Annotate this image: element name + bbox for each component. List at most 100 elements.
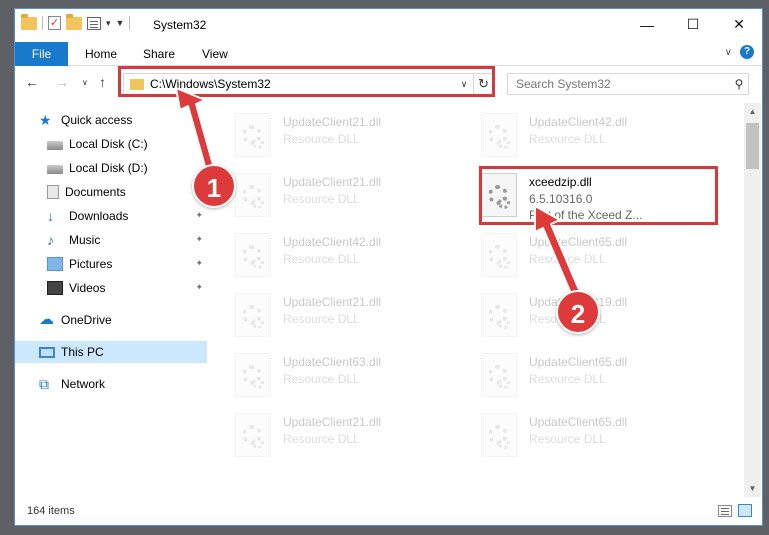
pin-icon[interactable]: ✦ — [195, 282, 203, 293]
sidebar-item-label: Pictures — [69, 257, 113, 271]
file-item[interactable]: UpdateClient42.dll Resource DLL — [459, 107, 695, 163]
search-icon[interactable]: ⚲ — [730, 77, 748, 91]
sidebar-item-pictures[interactable]: Pictures ✦ — [15, 253, 207, 275]
dll-file-icon — [481, 113, 517, 157]
sidebar-item-label: Music — [69, 233, 101, 247]
file-item[interactable]: UpdateClient65.dll Resource DLL — [459, 227, 695, 283]
videos-icon — [47, 281, 63, 295]
file-description: Resource DLL — [283, 252, 360, 266]
file-item[interactable]: UpdateClient21.dll Resource DLL — [213, 167, 449, 223]
file-name: UpdateClient21.dll — [283, 415, 382, 429]
minimize-button[interactable]: — — [624, 9, 670, 40]
file-name: UpdateClient21.dll — [283, 295, 382, 309]
file-item[interactable]: UpdateClient63.dll Resource DLL — [213, 347, 449, 403]
sidebar-item-downloads[interactable]: ↓ Downloads ✦ — [15, 205, 207, 227]
pin-icon[interactable]: ✦ — [195, 210, 203, 221]
sidebar-item-local-disk-d[interactable]: Local Disk (D:) — [15, 157, 207, 179]
tab-home[interactable]: Home — [85, 42, 117, 66]
vertical-scrollbar[interactable]: ▲ ▼ — [744, 103, 761, 497]
back-button[interactable]: ← — [25, 74, 39, 90]
customize-toolbar-arrow-icon[interactable]: ▼ — [116, 18, 125, 28]
search-box[interactable]: ⚲ — [507, 73, 749, 95]
tab-share[interactable]: Share — [143, 42, 175, 66]
file-item[interactable]: UpdateClient21.dll Resource DLL — [213, 407, 449, 463]
tab-file[interactable]: File — [15, 42, 68, 66]
dll-file-icon — [235, 173, 271, 217]
step-2-badge: 2 — [556, 290, 600, 334]
title-bar: ✓ ▾ ▼ System32 — ☐ ✕ — [15, 9, 762, 40]
details-view-icon[interactable] — [718, 505, 732, 517]
sidebar-item-local-disk-c[interactable]: Local Disk (C:) — [15, 133, 207, 155]
file-item[interactable]: UpdateClient42.dll Resource DLL — [213, 227, 449, 283]
file-item[interactable]: UpdateClient65.dll Resource DLL — [459, 407, 695, 463]
quick-access-toolbar: ✓ ▾ ▼ — [21, 13, 131, 30]
step-1-badge: 1 — [192, 164, 236, 208]
sidebar-item-label: Network — [61, 377, 106, 391]
file-description: Resource DLL — [283, 432, 360, 446]
recent-locations-chevron-icon[interactable]: ∨ — [82, 78, 88, 87]
sidebar-item-label: This PC — [61, 345, 104, 359]
properties-icon[interactable] — [87, 16, 101, 30]
file-name: UpdateClient42.dll — [283, 235, 382, 249]
close-button[interactable]: ✕ — [716, 9, 762, 40]
file-name: UpdateClient65.dll — [529, 235, 628, 249]
new-folder-icon[interactable] — [66, 13, 82, 30]
customize-toolbar-chevron-icon[interactable]: ▾ — [106, 18, 111, 29]
up-button[interactable]: ↑ — [99, 74, 106, 90]
toolbar-divider — [42, 16, 43, 30]
folder-icon[interactable] — [21, 13, 37, 30]
help-icon[interactable]: ? — [740, 45, 754, 59]
file-description: Resource DLL — [283, 372, 360, 386]
expand-ribbon-chevron-icon[interactable]: ∨ — [725, 47, 732, 58]
search-input[interactable] — [508, 77, 730, 91]
file-list: UpdateClient21.dll Resource DLL UpdateCl… — [213, 103, 743, 497]
dll-file-icon — [481, 293, 517, 337]
toolbar-divider — [129, 16, 131, 30]
this-pc-icon — [39, 346, 55, 358]
sidebar-item-label: Local Disk (C:) — [69, 137, 148, 151]
downloads-icon: ↓ — [47, 208, 54, 224]
disk-icon — [47, 165, 63, 174]
window-title: System32 — [153, 18, 207, 32]
file-name: UpdateClient21.dll — [283, 175, 382, 189]
scroll-thumb[interactable] — [746, 123, 759, 169]
sidebar-item-music[interactable]: ♪ Music ✦ — [15, 229, 207, 251]
documents-icon — [47, 185, 59, 199]
scroll-down-arrow-icon[interactable]: ▼ — [744, 480, 761, 497]
sidebar-item-videos[interactable]: Videos ✦ — [15, 277, 207, 299]
network-icon: ⧉ — [39, 376, 49, 392]
dll-file-icon — [481, 413, 517, 457]
large-icons-view-icon[interactable] — [738, 504, 752, 517]
sidebar-item-label: Local Disk (D:) — [69, 161, 148, 175]
pin-icon[interactable]: ✦ — [195, 258, 203, 269]
status-bar: 164 items — [15, 499, 762, 525]
scroll-up-arrow-icon[interactable]: ▲ — [744, 103, 761, 120]
file-item[interactable]: UpdateClient21.dll Resource DLL — [213, 287, 449, 343]
file-item[interactable]: UpdateClient21.dll Resource DLL — [213, 107, 449, 163]
sidebar-item-quick-access[interactable]: ★ Quick access — [15, 109, 207, 131]
forward-button[interactable]: → — [55, 74, 69, 90]
maximize-button[interactable]: ☐ — [670, 9, 716, 40]
sidebar-item-network[interactable]: ⧉ Network — [15, 373, 207, 395]
sidebar-item-label: Documents — [65, 185, 126, 199]
sidebar-item-documents[interactable]: Documents — [15, 181, 207, 203]
tab-view[interactable]: View — [202, 42, 228, 66]
sidebar-item-this-pc[interactable]: This PC — [15, 341, 207, 363]
dll-file-icon — [235, 413, 271, 457]
navigation-pane: ★ Quick access Local Disk (C:) Local Dis… — [15, 105, 207, 497]
file-description: Resource DLL — [529, 432, 606, 446]
file-description: Resource DLL — [529, 132, 606, 146]
sidebar-item-label: Downloads — [69, 209, 129, 223]
file-description: Resource DLL — [283, 132, 360, 146]
sidebar-item-onedrive[interactable]: ☁ OneDrive — [15, 309, 207, 331]
dll-file-icon — [235, 233, 271, 277]
file-name: UpdateClient65.dll — [529, 415, 628, 429]
dll-file-icon — [481, 353, 517, 397]
file-highlight — [479, 166, 718, 225]
pin-icon[interactable]: ✦ — [195, 234, 203, 245]
properties-check-icon[interactable]: ✓ — [48, 16, 61, 30]
disk-icon — [47, 141, 63, 150]
ribbon-tabs: File Home Share View ∨ ? — [15, 40, 762, 66]
sidebar-item-label: OneDrive — [61, 313, 112, 327]
file-item[interactable]: UpdateClient65.dll Resource DLL — [459, 347, 695, 403]
